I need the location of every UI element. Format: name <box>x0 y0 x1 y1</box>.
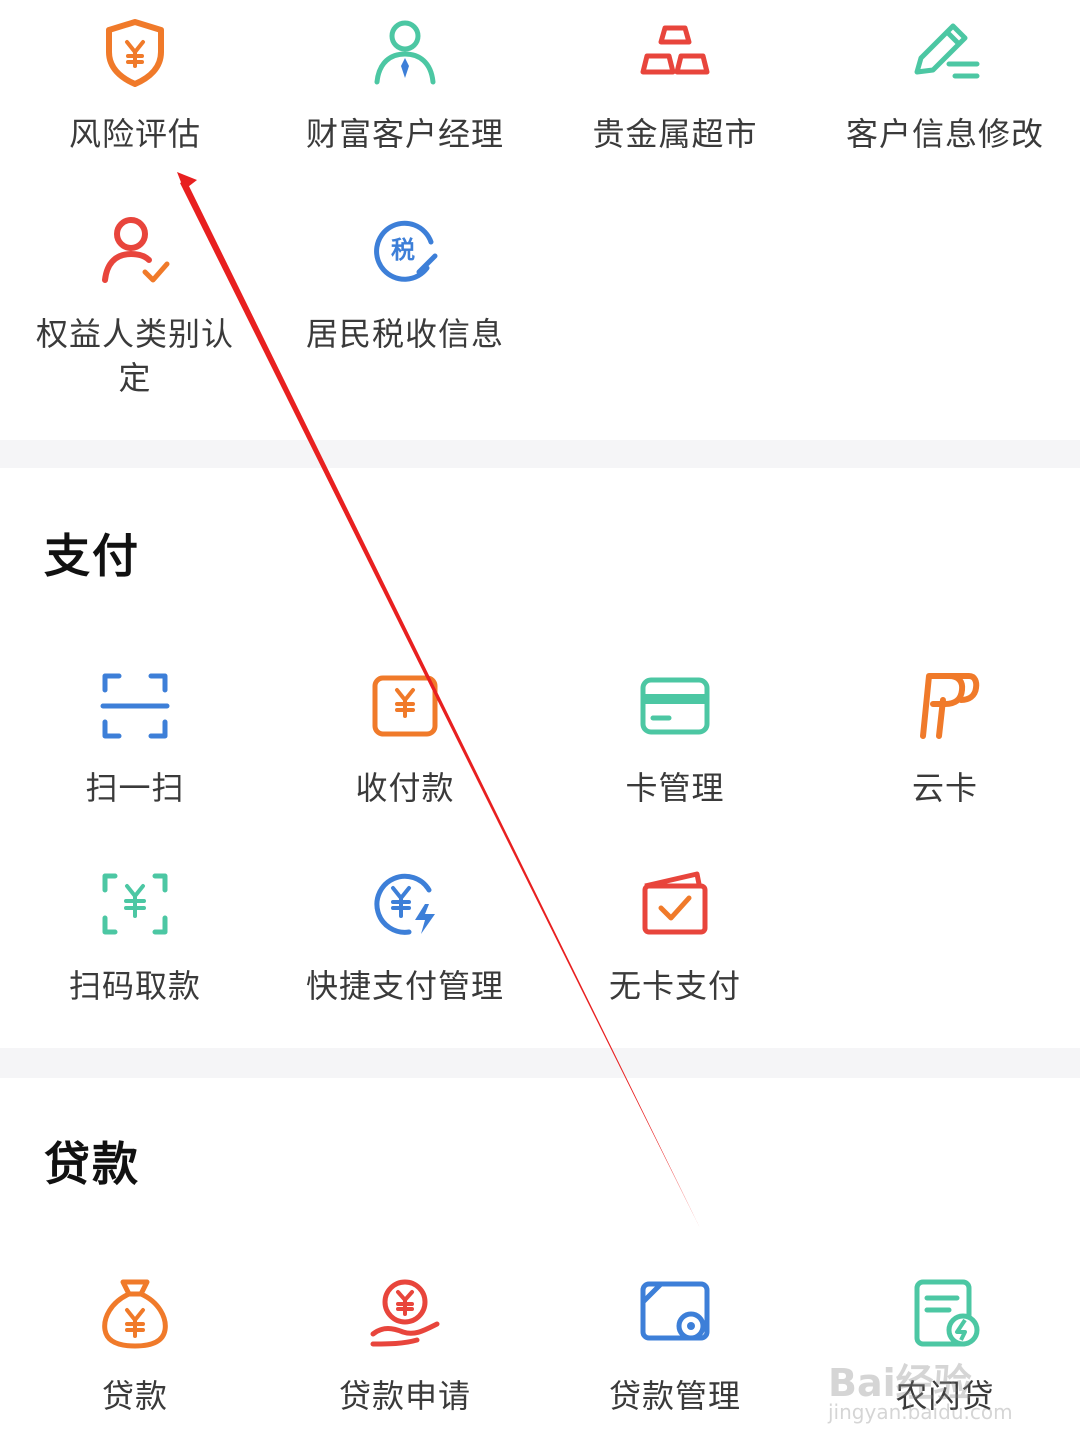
item-label: 卡管理 <box>625 769 725 807</box>
item-risk-assessment[interactable]: 风险评估 <box>0 0 270 170</box>
item-precious-metals[interactable]: 贵金属超市 <box>540 0 810 170</box>
item-loan-apply[interactable]: 贷款申请 <box>270 1278 540 1428</box>
shield-yuan-icon <box>99 16 171 88</box>
item-customer-info-edit[interactable]: 客户信息修改 <box>810 0 1080 170</box>
item-label: 客户信息修改 <box>845 115 1044 153</box>
item-scan-withdraw[interactable]: 扫码取款 <box>0 866 270 1016</box>
item-label: 权益人类别认定 <box>35 315 234 397</box>
item-label: 无卡支付 <box>608 967 741 1005</box>
section-title-payment: 支付 <box>44 529 140 583</box>
receive-pay-icon <box>369 670 441 742</box>
item-label: 云卡 <box>911 769 978 807</box>
item-label: 贷款申请 <box>338 1377 471 1415</box>
item-receive-pay[interactable]: 收付款 <box>270 668 540 818</box>
card-icon <box>639 670 711 742</box>
section-separator <box>0 1048 1080 1078</box>
item-label: 贷款管理 <box>608 1377 741 1415</box>
money-bag-icon <box>99 1278 171 1350</box>
gold-bars-icon <box>639 16 711 88</box>
quick-pay-icon <box>369 868 441 940</box>
watermark-sub: jingyan.baidu.com <box>828 1400 1013 1424</box>
section-account-services: 风险评估 财富客户经理 贵金属超市 客户信息修改 权益人类别认定 税 居民税收信… <box>0 0 1080 440</box>
scan-withdraw-icon <box>99 868 171 940</box>
item-label: 收付款 <box>355 769 455 807</box>
farm-loan-icon <box>909 1278 981 1350</box>
item-quick-pay[interactable]: 快捷支付管理 <box>270 866 540 1016</box>
watermark-brand: Bai经验 <box>828 1361 972 1405</box>
section-payment: 支付 扫一扫 收付款 卡管理 云卡 扫码取款 快捷支付管理 无卡支付 <box>0 468 1080 1048</box>
item-label: 风险评估 <box>68 115 201 153</box>
item-tax-residency[interactable]: 税 居民税收信息 <box>270 200 540 370</box>
item-cardless-pay[interactable]: 无卡支付 <box>540 866 810 1016</box>
item-label: 扫一扫 <box>85 769 185 807</box>
user-check-icon <box>99 214 171 286</box>
cloud-card-icon <box>909 670 981 742</box>
item-label: 快捷支付管理 <box>305 967 504 1005</box>
item-card-management[interactable]: 卡管理 <box>540 668 810 818</box>
item-label: 贵金属超市 <box>592 115 758 153</box>
loan-apply-icon <box>369 1278 441 1350</box>
section-title-loan: 贷款 <box>44 1137 140 1191</box>
item-wealth-manager[interactable]: 财富客户经理 <box>270 0 540 170</box>
watermark: Bai经验 jingyan.baidu.com <box>828 1352 1028 1432</box>
item-label: 贷款 <box>101 1377 168 1415</box>
manager-icon <box>369 16 441 88</box>
section-separator <box>0 440 1080 468</box>
tax-icon: 税 <box>369 214 441 286</box>
item-label: 扫码取款 <box>68 967 201 1005</box>
svg-text:税: 税 <box>391 236 415 264</box>
loan-manage-icon <box>639 1278 711 1350</box>
item-loan-manage[interactable]: 贷款管理 <box>540 1278 810 1428</box>
item-loan[interactable]: 贷款 <box>0 1278 270 1428</box>
item-beneficiary-category[interactable]: 权益人类别认定 <box>0 200 270 410</box>
item-scan[interactable]: 扫一扫 <box>0 668 270 818</box>
scan-icon <box>99 670 171 742</box>
cardless-pay-icon <box>639 868 711 940</box>
item-label: 居民税收信息 <box>305 315 504 353</box>
edit-pen-icon <box>909 16 981 88</box>
item-cloud-card[interactable]: 云卡 <box>810 668 1080 818</box>
item-label: 财富客户经理 <box>305 115 504 153</box>
